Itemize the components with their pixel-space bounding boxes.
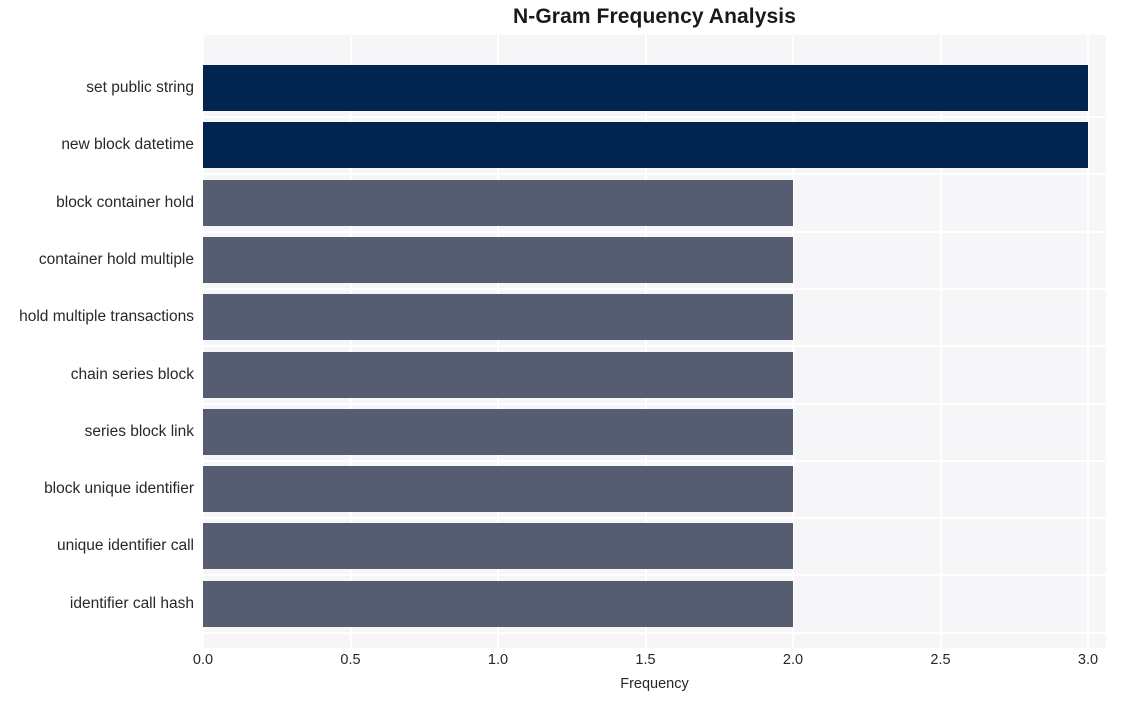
bar [203,523,793,570]
y-gridline [203,116,1106,118]
bar [203,580,793,627]
x-axis-title: Frequency [620,676,689,692]
bar [203,408,793,455]
bar [203,466,793,513]
y-tick-label: container hold multiple [38,250,194,268]
y-tick-label: new block datetime [61,136,194,154]
x-tick-label: 1.5 [635,652,656,668]
bar [203,351,793,398]
y-gridline [203,173,1106,176]
bar [203,122,1088,169]
y-gridline [203,287,1106,290]
y-tick-label: series block link [84,422,194,440]
y-tick-label: unique identifier call [56,537,194,555]
bar [203,294,793,341]
y-gridline [203,459,1106,462]
bar [203,179,793,226]
chart-title: N-Gram Frequency Analysis [513,5,796,28]
y-tick-label: block container hold [56,193,194,211]
y-tick-label: set public string [86,79,194,96]
y-tick-label: chain series block [70,365,194,383]
x-tick-label: 0.5 [340,652,361,668]
bar [203,236,793,283]
y-gridline [203,345,1106,348]
plot-area [203,35,1106,648]
x-tick-label: 2.5 [930,652,951,668]
x-tick-label: 0.0 [192,652,214,668]
x-tick-label: 2.0 [782,652,804,668]
x-tick-label: 1.0 [487,652,509,668]
x-tick-label: 3.0 [1077,652,1099,668]
y-gridline [203,517,1106,520]
bar [203,65,1088,111]
chart-figure: N-Gram Frequency Analysis set public str… [0,0,1142,701]
y-gridline [203,631,1106,634]
y-tick-label: hold multiple transactions [19,308,194,326]
y-gridline [203,230,1106,233]
y-tick-label: identifier call hash [69,594,194,612]
y-tick-label: block unique identifier [44,480,194,498]
y-gridline [203,402,1106,405]
y-gridline [203,574,1106,577]
